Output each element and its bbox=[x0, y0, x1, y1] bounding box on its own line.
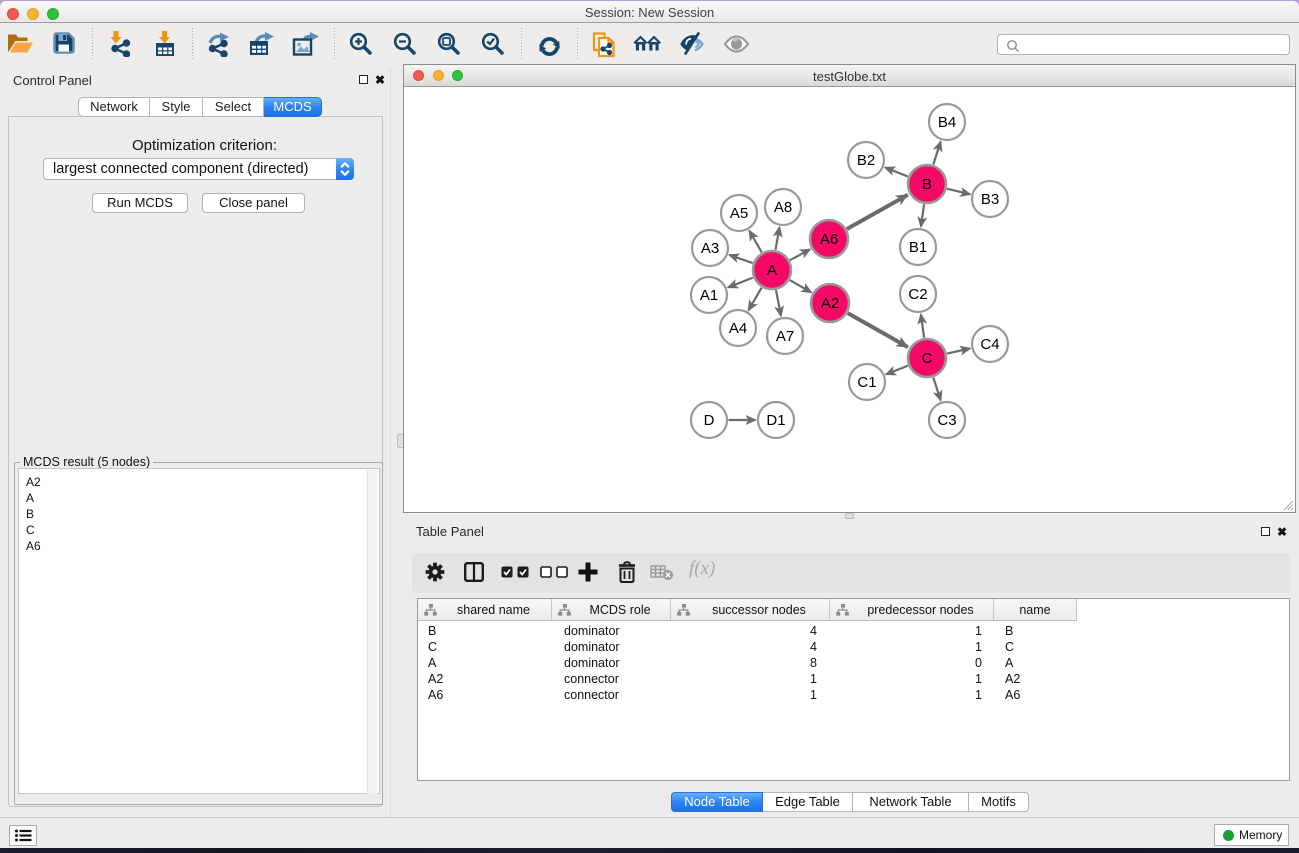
svg-text:D1: D1 bbox=[766, 412, 785, 429]
svg-text:A3: A3 bbox=[701, 240, 719, 257]
svg-text:A2: A2 bbox=[821, 295, 839, 312]
svg-text:B3: B3 bbox=[981, 191, 999, 208]
svg-text:B1: B1 bbox=[909, 239, 927, 256]
svg-text:C3: C3 bbox=[937, 412, 956, 429]
svg-text:C: C bbox=[922, 350, 933, 367]
svg-text:A7: A7 bbox=[776, 328, 794, 345]
svg-text:B4: B4 bbox=[938, 114, 956, 131]
svg-text:B2: B2 bbox=[857, 152, 875, 169]
svg-text:C1: C1 bbox=[857, 374, 876, 391]
svg-text:C4: C4 bbox=[980, 336, 999, 353]
svg-text:A5: A5 bbox=[730, 205, 748, 222]
svg-text:D: D bbox=[704, 412, 715, 429]
svg-text:A8: A8 bbox=[774, 199, 792, 216]
svg-text:A6: A6 bbox=[820, 231, 838, 248]
svg-text:B: B bbox=[922, 176, 932, 193]
svg-text:A4: A4 bbox=[729, 320, 747, 337]
svg-text:C2: C2 bbox=[908, 286, 927, 303]
svg-text:A1: A1 bbox=[700, 287, 718, 304]
svg-text:A: A bbox=[767, 262, 777, 279]
